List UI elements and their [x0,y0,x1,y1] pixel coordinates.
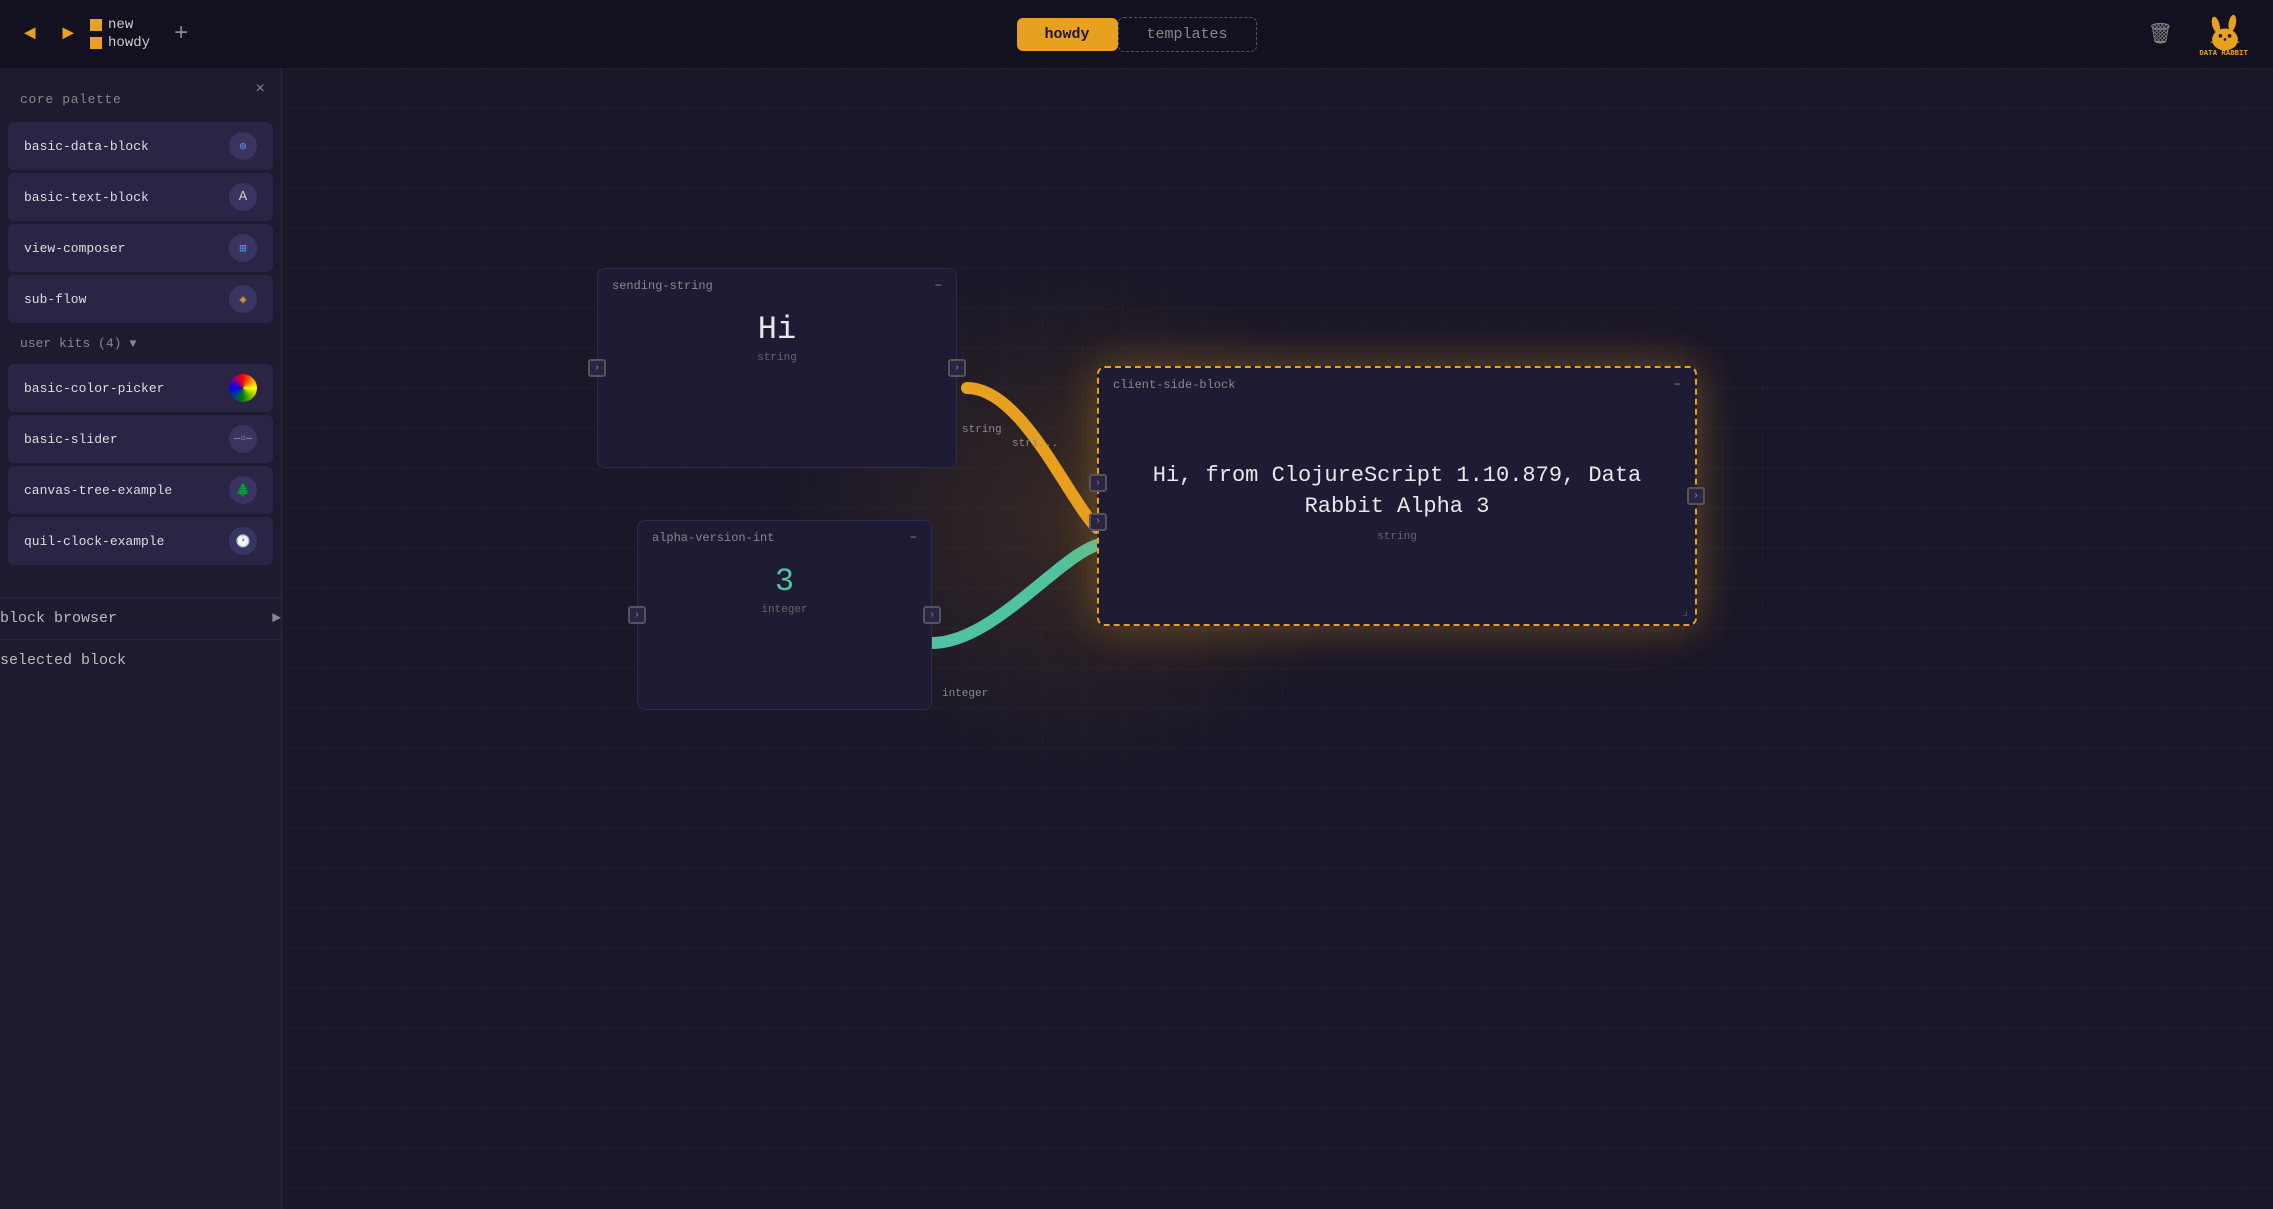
nav-files: new howdy [90,17,150,51]
palette-item-basic-slider[interactable]: basic-slider —○— [8,415,273,463]
palette-item-quil-clock[interactable]: quil-clock-example 🕐 [8,517,273,565]
block-client-header: client-side-block − [1099,368,1695,398]
palette-label-view-composer: view-composer [24,241,125,256]
block-alpha-value: 3 [654,563,915,600]
file-howdy[interactable]: howdy [90,35,150,51]
block-sending-body: Hi string [598,299,956,380]
block-browser-label: block browser [0,610,117,627]
palette-label-basic-data: basic-data-block [24,139,149,154]
divider-2 [0,639,281,640]
port-client-right[interactable]: › [1687,487,1705,505]
canvas[interactable]: string stri... integer sending-string − … [282,68,2273,1209]
block-sending-title: sending-string [612,279,713,293]
palette-item-basic-text-block[interactable]: basic-text-block A [8,173,273,221]
sidebar: × core palette basic-data-block ⊕ basic-… [0,68,282,1209]
nav-right: 🗑 DATA RABB [2148,10,2257,58]
port-sending-left[interactable]: › [588,359,606,377]
palette-item-view-composer[interactable]: view-composer ⊞ [8,224,273,272]
file-new-label: new [108,17,133,33]
palette-item-canvas-tree[interactable]: canvas-tree-example 🌲 [8,466,273,514]
block-alpha-min-button[interactable]: − [910,531,917,545]
block-client-body: Hi, from ClojureScript 1.10.879, Data Ra… [1099,398,1695,610]
user-kits-section[interactable]: user kits (4) ▼ [0,326,281,361]
core-palette-title: core palette [0,84,281,119]
palette-label-color-picker: basic-color-picker [24,381,164,396]
block-alpha-header: alpha-version-int − [638,521,931,551]
user-kits-label: user kits (4) [20,336,121,351]
block-alpha-type: integer [654,604,915,616]
palette-label-canvas-tree: canvas-tree-example [24,483,172,498]
palette-item-basic-color-picker[interactable]: basic-color-picker [8,364,273,412]
block-browser-section[interactable]: block browser ► [0,602,281,635]
palette-label-quil-clock: quil-clock-example [24,534,164,549]
file-new-icon [90,19,102,31]
logo-svg: DATA RABBIT [2197,12,2253,56]
trash-button[interactable]: 🗑 [2148,21,2173,47]
user-kits-arrow: ▼ [129,337,136,351]
block-sending-min-button[interactable]: − [935,279,942,293]
logo: DATA RABBIT [2193,10,2257,58]
file-howdy-label: howdy [108,35,150,51]
palette-icon-slider: —○— [229,425,257,453]
palette-icon-basic-text: A [229,183,257,211]
block-client-type: string [1377,531,1417,543]
palette-icon-view-composer: ⊞ [229,234,257,262]
main-layout: × core palette basic-data-block ⊕ basic-… [0,68,2273,1209]
sidebar-close-button[interactable]: × [255,80,265,98]
string-in-label: stri... [1012,438,1058,450]
block-client-side[interactable]: client-side-block − Hi, from ClojureScri… [1097,366,1697,626]
palette-item-basic-data-block[interactable]: basic-data-block ⊕ [8,122,273,170]
port-alpha-right[interactable]: › [923,606,941,624]
divider-1 [0,597,281,598]
palette-label-slider: basic-slider [24,432,118,447]
back-arrow-button[interactable]: ◄ [16,19,44,50]
tab-templates[interactable]: templates [1118,17,1257,52]
selected-block-label: selected block [0,652,126,669]
integer-out-label: integer [942,688,988,700]
palette-item-sub-flow[interactable]: sub-flow ◈ [8,275,273,323]
port-client-left-bottom[interactable]: › [1089,513,1107,531]
block-client-title: client-side-block [1113,378,1235,392]
block-sending-string[interactable]: sending-string − Hi string › › [597,268,957,468]
svg-text:DATA RABBIT: DATA RABBIT [2199,48,2248,56]
file-howdy-icon [90,37,102,49]
block-browser-arrow: ► [272,610,281,627]
port-client-left-top[interactable]: › [1089,474,1107,492]
canvas-grid [282,68,2273,1209]
add-tab-button[interactable]: + [174,21,188,48]
palette-icon-quil-clock: 🕐 [229,527,257,555]
block-sending-header: sending-string − [598,269,956,299]
palette-label-sub-flow: sub-flow [24,292,86,307]
palette-label-basic-text: basic-text-block [24,190,149,205]
file-new[interactable]: new [90,17,150,33]
block-alpha-title: alpha-version-int [652,531,774,545]
block-sending-value: Hi [614,311,940,348]
port-sending-right[interactable]: › [948,359,966,377]
port-alpha-left[interactable]: › [628,606,646,624]
string-out-label: string [962,424,1002,436]
resize-handle[interactable]: ⌟ [1681,603,1689,620]
nav-arrows: ◄ ► [16,19,82,50]
top-nav: ◄ ► new howdy + howdy templates 🗑 [0,0,2273,68]
palette-icon-color-picker [229,374,257,402]
block-client-min-button[interactable]: − [1674,378,1681,392]
palette-icon-canvas-tree: 🌲 [229,476,257,504]
forward-arrow-button[interactable]: ► [54,19,82,50]
nav-center-tabs: howdy templates [1016,17,1256,52]
palette-icon-sub-flow: ◈ [229,285,257,313]
block-client-value: Hi, from ClojureScript 1.10.879, Data Ra… [1115,461,1679,523]
block-alpha-body: 3 integer [638,551,931,632]
block-sending-type: string [614,352,940,364]
tab-howdy[interactable]: howdy [1016,18,1117,51]
selected-block-section[interactable]: selected block [0,644,281,677]
block-alpha-version[interactable]: alpha-version-int − 3 integer › › [637,520,932,710]
palette-icon-basic-data: ⊕ [229,132,257,160]
